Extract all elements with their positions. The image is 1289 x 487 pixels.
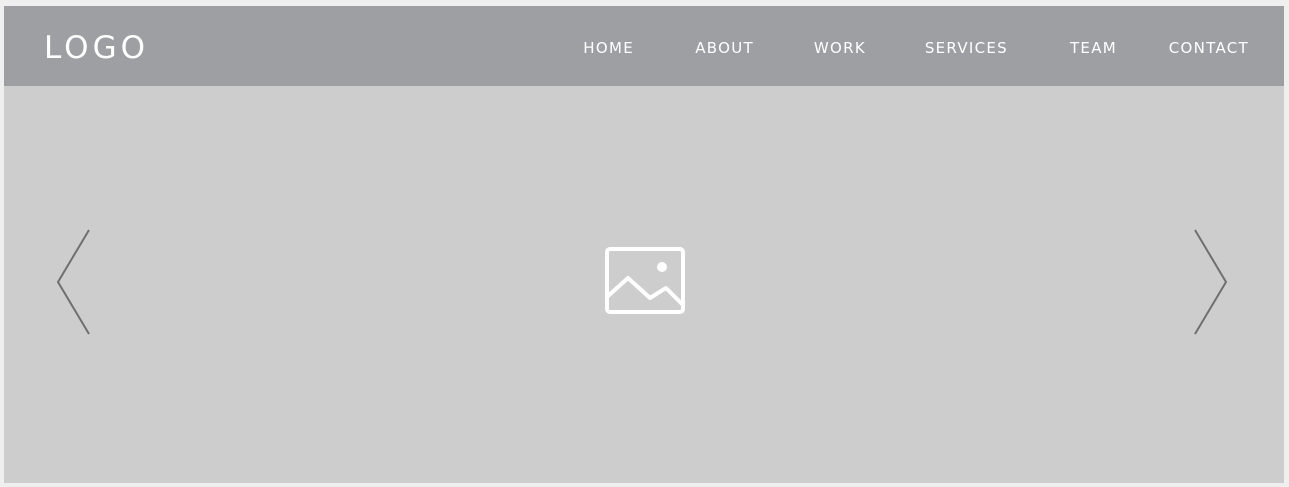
- nav-item-team[interactable]: TEAM: [1070, 39, 1117, 57]
- nav-item-services[interactable]: SERVICES: [925, 39, 1008, 57]
- nav-item-contact[interactable]: CONTACT: [1169, 39, 1249, 57]
- site-header: LOGO HOME ABOUT WORK SERVICES TEAM CONTA…: [4, 6, 1284, 86]
- slider-next-button[interactable]: [1190, 228, 1230, 336]
- page-frame: LOGO HOME ABOUT WORK SERVICES TEAM CONTA…: [4, 6, 1284, 483]
- chevron-right-icon: [1194, 229, 1228, 335]
- nav-item-about[interactable]: ABOUT: [695, 39, 754, 57]
- logo[interactable]: LOGO: [44, 30, 149, 66]
- hero-slider: [4, 86, 1284, 483]
- slider-prev-button[interactable]: [54, 228, 94, 336]
- nav-item-work[interactable]: WORK: [814, 39, 866, 57]
- chevron-left-icon: [56, 229, 90, 335]
- image-placeholder-icon: [604, 246, 686, 316]
- nav-item-home[interactable]: HOME: [583, 39, 634, 57]
